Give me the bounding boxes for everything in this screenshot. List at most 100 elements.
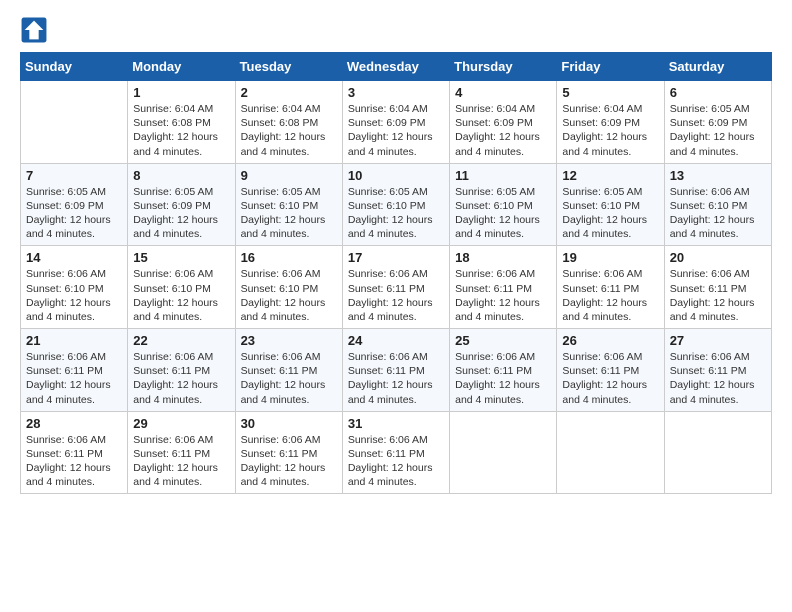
calendar-cell: 27Sunrise: 6:06 AMSunset: 6:11 PMDayligh… bbox=[664, 329, 771, 412]
day-info: Sunrise: 6:06 AMSunset: 6:11 PMDaylight:… bbox=[562, 267, 658, 324]
calendar-cell: 15 Sunrise: 6:06 AMSunset: 6:10 PMDayligh… bbox=[128, 246, 235, 329]
calendar-cell: 17 Sunrise: 6:06 AMSunset: 6:11 PMDayligh… bbox=[342, 246, 449, 329]
day-number: 15 bbox=[133, 250, 229, 265]
day-number: 17 bbox=[348, 250, 444, 265]
weekday-header-saturday: Saturday bbox=[664, 53, 771, 81]
calendar-cell: 8 Sunrise: 6:05 AMSunset: 6:09 PMDaylight… bbox=[128, 163, 235, 246]
day-number: 1 bbox=[133, 85, 229, 100]
weekday-header-tuesday: Tuesday bbox=[235, 53, 342, 81]
day-number: 9 bbox=[241, 168, 337, 183]
day-number: 11 bbox=[455, 168, 551, 183]
calendar-week-row: 21Sunrise: 6:06 AMSunset: 6:11 PMDayligh… bbox=[21, 329, 772, 412]
day-number: 25 bbox=[455, 333, 551, 348]
day-number: 18 bbox=[455, 250, 551, 265]
calendar-cell: 26 Sunrise: 6:06 AMSunset: 6:11 PMDayligh… bbox=[557, 329, 664, 412]
calendar-cell: 22 Sunrise: 6:06 AMSunset: 6:11 PMDayligh… bbox=[128, 329, 235, 412]
day-info: Sunrise: 6:06 AMSunset: 6:11 PMDaylight:… bbox=[241, 433, 337, 490]
day-number: 19 bbox=[562, 250, 658, 265]
day-info: Sunrise: 6:05 AMSunset: 6:10 PMDaylight:… bbox=[562, 185, 658, 242]
calendar-cell: 21Sunrise: 6:06 AMSunset: 6:11 PMDayligh… bbox=[21, 329, 128, 412]
weekday-header-sunday: Sunday bbox=[21, 53, 128, 81]
day-info: Sunrise: 6:06 AMSunset: 6:10 PMDaylight:… bbox=[241, 267, 337, 324]
calendar-cell: 13 Sunrise: 6:06 AMSunset: 6:10 PMDayligh… bbox=[664, 163, 771, 246]
day-info: Sunrise: 6:05 AMSunset: 6:10 PMDaylight:… bbox=[455, 185, 551, 242]
day-info: Sunrise: 6:05 AMSunset: 6:10 PMDaylight:… bbox=[348, 185, 444, 242]
day-number: 30 bbox=[241, 416, 337, 431]
day-number: 2 bbox=[241, 85, 337, 100]
calendar-cell: 12Sunrise: 6:05 AMSunset: 6:10 PMDayligh… bbox=[557, 163, 664, 246]
day-info: Sunrise: 6:05 AMSunset: 6:09 PMDaylight:… bbox=[670, 102, 766, 159]
day-number: 6 bbox=[670, 85, 766, 100]
day-info: Sunrise: 6:05 AMSunset: 6:10 PMDaylight:… bbox=[241, 185, 337, 242]
day-info: Sunrise: 6:04 AMSunset: 6:08 PMDaylight:… bbox=[241, 102, 337, 159]
calendar-table: SundayMondayTuesdayWednesdayThursdayFrid… bbox=[20, 52, 772, 494]
day-number: 24 bbox=[348, 333, 444, 348]
day-number: 5 bbox=[562, 85, 658, 100]
day-info: Sunrise: 6:05 AMSunset: 6:09 PMDaylight:… bbox=[26, 185, 122, 242]
weekday-header-thursday: Thursday bbox=[450, 53, 557, 81]
logo bbox=[20, 16, 52, 44]
day-info: Sunrise: 6:06 AMSunset: 6:11 PMDaylight:… bbox=[455, 350, 551, 407]
calendar-cell: 20Sunrise: 6:06 AMSunset: 6:11 PMDayligh… bbox=[664, 246, 771, 329]
day-info: Sunrise: 6:05 AMSunset: 6:09 PMDaylight:… bbox=[133, 185, 229, 242]
calendar-cell: 30 Sunrise: 6:06 AMSunset: 6:11 PMDayligh… bbox=[235, 411, 342, 494]
day-info: Sunrise: 6:06 AMSunset: 6:11 PMDaylight:… bbox=[241, 350, 337, 407]
day-number: 31 bbox=[348, 416, 444, 431]
day-number: 26 bbox=[562, 333, 658, 348]
weekday-header-wednesday: Wednesday bbox=[342, 53, 449, 81]
calendar-cell: 2 Sunrise: 6:04 AMSunset: 6:08 PMDaylight… bbox=[235, 81, 342, 164]
day-info: Sunrise: 6:06 AMSunset: 6:11 PMDaylight:… bbox=[26, 350, 122, 407]
calendar-week-row: 14 Sunrise: 6:06 AMSunset: 6:10 PMDayligh… bbox=[21, 246, 772, 329]
calendar-week-row: 7 Sunrise: 6:05 AMSunset: 6:09 PMDaylight… bbox=[21, 163, 772, 246]
day-number: 7 bbox=[26, 168, 122, 183]
day-info: Sunrise: 6:04 AMSunset: 6:08 PMDaylight:… bbox=[133, 102, 229, 159]
day-number: 29 bbox=[133, 416, 229, 431]
calendar-cell bbox=[450, 411, 557, 494]
calendar-cell: 6 Sunrise: 6:05 AMSunset: 6:09 PMDaylight… bbox=[664, 81, 771, 164]
calendar-cell: 28Sunrise: 6:06 AMSunset: 6:11 PMDayligh… bbox=[21, 411, 128, 494]
day-info: Sunrise: 6:06 AMSunset: 6:11 PMDaylight:… bbox=[133, 350, 229, 407]
calendar-cell: 16 Sunrise: 6:06 AMSunset: 6:10 PMDayligh… bbox=[235, 246, 342, 329]
day-info: Sunrise: 6:06 AMSunset: 6:10 PMDaylight:… bbox=[26, 267, 122, 324]
calendar-cell: 3 Sunrise: 6:04 AMSunset: 6:09 PMDaylight… bbox=[342, 81, 449, 164]
calendar-cell: 9 Sunrise: 6:05 AMSunset: 6:10 PMDaylight… bbox=[235, 163, 342, 246]
calendar-cell bbox=[21, 81, 128, 164]
calendar-cell: 31 Sunrise: 6:06 AMSunset: 6:11 PMDayligh… bbox=[342, 411, 449, 494]
day-number: 3 bbox=[348, 85, 444, 100]
calendar-cell: 23 Sunrise: 6:06 AMSunset: 6:11 PMDayligh… bbox=[235, 329, 342, 412]
calendar-cell: 11 Sunrise: 6:05 AMSunset: 6:10 PMDayligh… bbox=[450, 163, 557, 246]
calendar-cell: 1 Sunrise: 6:04 AMSunset: 6:08 PMDaylight… bbox=[128, 81, 235, 164]
day-number: 13 bbox=[670, 168, 766, 183]
day-number: 14 bbox=[26, 250, 122, 265]
calendar-cell: 19 Sunrise: 6:06 AMSunset: 6:11 PMDayligh… bbox=[557, 246, 664, 329]
calendar-cell: 5Sunrise: 6:04 AMSunset: 6:09 PMDaylight… bbox=[557, 81, 664, 164]
page-header bbox=[20, 16, 772, 44]
calendar-cell bbox=[557, 411, 664, 494]
calendar-cell: 4Sunrise: 6:04 AMSunset: 6:09 PMDaylight… bbox=[450, 81, 557, 164]
day-number: 23 bbox=[241, 333, 337, 348]
day-info: Sunrise: 6:06 AMSunset: 6:11 PMDaylight:… bbox=[348, 433, 444, 490]
calendar-cell: 7 Sunrise: 6:05 AMSunset: 6:09 PMDaylight… bbox=[21, 163, 128, 246]
day-info: Sunrise: 6:06 AMSunset: 6:10 PMDaylight:… bbox=[670, 185, 766, 242]
weekday-header-friday: Friday bbox=[557, 53, 664, 81]
calendar-cell: 18 Sunrise: 6:06 AMSunset: 6:11 PMDayligh… bbox=[450, 246, 557, 329]
calendar-week-row: 1 Sunrise: 6:04 AMSunset: 6:08 PMDaylight… bbox=[21, 81, 772, 164]
day-info: Sunrise: 6:06 AMSunset: 6:11 PMDaylight:… bbox=[348, 267, 444, 324]
day-info: Sunrise: 6:06 AMSunset: 6:11 PMDaylight:… bbox=[133, 433, 229, 490]
day-number: 27 bbox=[670, 333, 766, 348]
day-info: Sunrise: 6:04 AMSunset: 6:09 PMDaylight:… bbox=[348, 102, 444, 159]
day-number: 20 bbox=[670, 250, 766, 265]
day-info: Sunrise: 6:06 AMSunset: 6:11 PMDaylight:… bbox=[348, 350, 444, 407]
calendar-cell: 24 Sunrise: 6:06 AMSunset: 6:11 PMDayligh… bbox=[342, 329, 449, 412]
day-info: Sunrise: 6:06 AMSunset: 6:11 PMDaylight:… bbox=[562, 350, 658, 407]
day-number: 16 bbox=[241, 250, 337, 265]
calendar-cell bbox=[664, 411, 771, 494]
day-number: 22 bbox=[133, 333, 229, 348]
weekday-header-row: SundayMondayTuesdayWednesdayThursdayFrid… bbox=[21, 53, 772, 81]
calendar-cell: 29 Sunrise: 6:06 AMSunset: 6:11 PMDayligh… bbox=[128, 411, 235, 494]
day-number: 10 bbox=[348, 168, 444, 183]
calendar-week-row: 28Sunrise: 6:06 AMSunset: 6:11 PMDayligh… bbox=[21, 411, 772, 494]
day-number: 8 bbox=[133, 168, 229, 183]
day-info: Sunrise: 6:06 AMSunset: 6:11 PMDaylight:… bbox=[455, 267, 551, 324]
day-info: Sunrise: 6:06 AMSunset: 6:10 PMDaylight:… bbox=[133, 267, 229, 324]
